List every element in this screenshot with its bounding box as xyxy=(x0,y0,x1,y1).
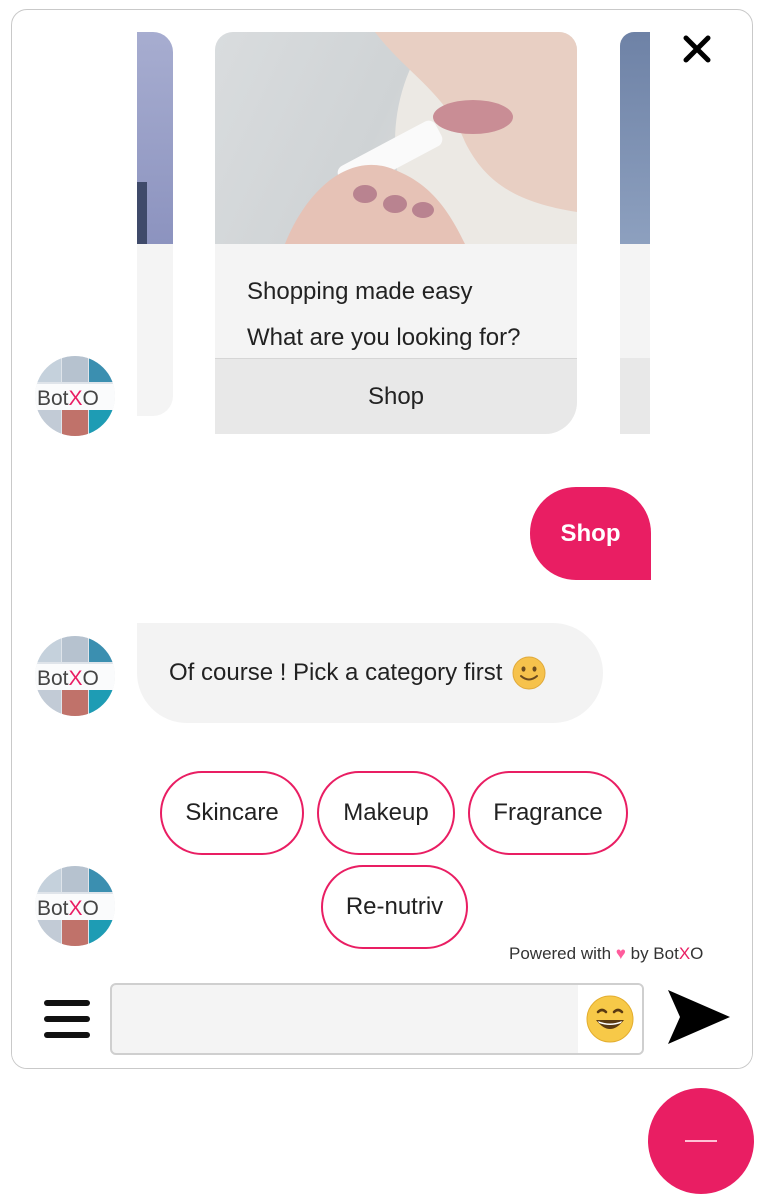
quick-reply-makeup[interactable]: Makeup xyxy=(317,771,455,855)
chat-widget: Shopping made easy What are you looking … xyxy=(11,9,753,1069)
hamburger-menu-button[interactable] xyxy=(44,1000,90,1042)
heart-icon: ♥ xyxy=(615,944,626,963)
svg-text:BotXO: BotXO xyxy=(37,387,99,410)
close-button[interactable] xyxy=(682,32,712,66)
bot-message-bubble: Of course ! Pick a category first xyxy=(137,623,603,723)
card-subtitle: What are you looking for? xyxy=(247,324,521,351)
message-input-container xyxy=(110,983,644,1055)
powered-by-text: by Bot xyxy=(630,944,679,963)
bot-avatar: BotXO xyxy=(35,636,115,716)
send-icon xyxy=(668,990,730,1044)
quick-reply-re-nutriv[interactable]: Re-nutriv xyxy=(321,865,468,949)
card-image xyxy=(620,32,650,244)
powered-prefix: Powered with xyxy=(509,944,612,963)
quick-reply-fragrance[interactable]: Fragrance xyxy=(468,771,628,855)
close-icon xyxy=(683,35,711,63)
carousel-card-next[interactable] xyxy=(620,32,650,434)
bot-avatar: BotXO xyxy=(35,866,115,946)
powered-by-label[interactable]: Powered with ♥ by BotXO xyxy=(509,944,703,964)
carousel-card: Shopping made easy What are you looking … xyxy=(215,32,577,434)
brand-x: X xyxy=(678,944,691,963)
svg-text:BotXO: BotXO xyxy=(37,667,99,690)
message-input[interactable] xyxy=(112,985,578,1053)
card-button-strip xyxy=(620,358,650,434)
bot-message-text: Of course ! Pick a category first xyxy=(169,659,503,686)
quick-reply-skincare[interactable]: Skincare xyxy=(160,771,304,855)
card-shop-button[interactable]: Shop xyxy=(215,358,577,434)
slightly-smiling-face-icon xyxy=(512,656,546,690)
grinning-face-icon xyxy=(586,995,634,1043)
user-message-bubble: Shop xyxy=(530,487,651,580)
emoji-button[interactable] xyxy=(578,985,642,1053)
minimize-chat-button[interactable] xyxy=(648,1088,754,1194)
svg-text:BotXO: BotXO xyxy=(37,897,99,920)
card-title: Shopping made easy xyxy=(247,278,473,305)
card-image-lip-balm xyxy=(215,32,577,244)
send-button[interactable] xyxy=(666,988,732,1046)
bot-avatar: BotXO xyxy=(35,356,115,436)
hamburger-menu-icon xyxy=(44,1000,90,1038)
minimize-icon xyxy=(685,1140,717,1142)
brand-o: O xyxy=(690,944,704,963)
carousel-card-previous[interactable] xyxy=(137,32,173,416)
card-image xyxy=(137,32,173,244)
